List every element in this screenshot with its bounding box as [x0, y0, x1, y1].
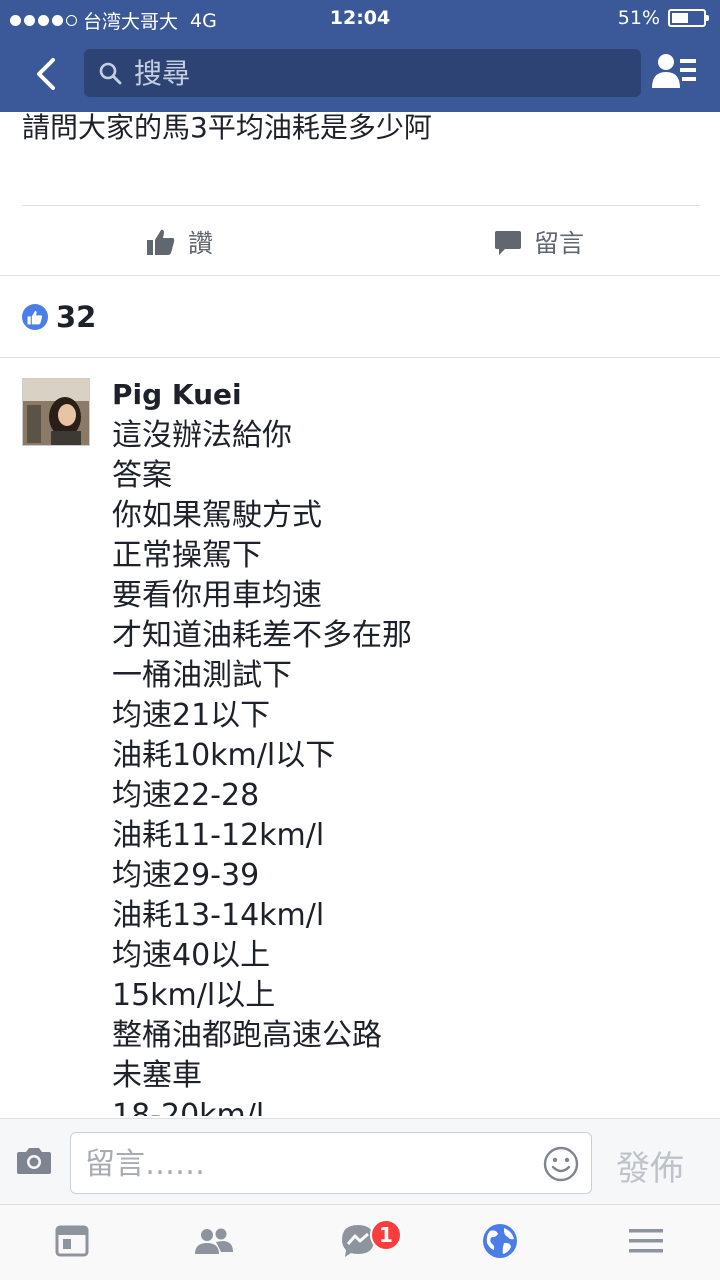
bottom-tab-bar: 1 [0, 1204, 720, 1280]
comment-line: 均速40以上 [112, 938, 271, 973]
globe-icon [483, 1224, 517, 1258]
comment-line: 均速29-39 [112, 858, 260, 893]
comment-line: 才知道油耗差不多在那 [112, 618, 412, 653]
comment-line: 油耗10km/l以下 [112, 738, 336, 773]
battery-icon [668, 9, 709, 27]
comment-line: 油耗13-14km/l [112, 898, 325, 933]
like-reaction-icon [22, 304, 48, 330]
like-count: 32 [56, 300, 97, 334]
comment-line: 油耗11-12km/l [112, 818, 325, 853]
friends-icon [195, 1228, 233, 1254]
comment-line: 你如果駕駛方式 [112, 498, 322, 533]
thumbs-up-icon [147, 229, 175, 255]
battery-percent: 51% [617, 7, 660, 29]
friend-requests-icon [652, 54, 696, 88]
comment-author[interactable]: Pig Kuei [112, 376, 242, 414]
comment-line: 一桶油測試下 [112, 658, 292, 693]
comment-line: 這沒辦法給你 [112, 418, 292, 453]
tab-more-menu[interactable] [626, 1221, 666, 1261]
comment-line: 未塞車 [112, 1058, 202, 1093]
tab-notifications-globe[interactable] [480, 1221, 520, 1261]
comment-input-box[interactable] [70, 1132, 592, 1194]
tab-friends[interactable] [194, 1221, 234, 1261]
smiley-icon [543, 1146, 579, 1182]
camera-button[interactable] [16, 1145, 52, 1179]
comment-compose-bar: 發佈 [0, 1118, 720, 1204]
news-feed-icon [55, 1225, 89, 1257]
comment-line: 均速22-28 [112, 778, 260, 813]
comment-button[interactable]: 留言 [494, 222, 584, 262]
like-label: 讚 [188, 229, 214, 258]
comment-line: 整桶油都跑高速公路 [112, 1018, 382, 1053]
battery-status: 51% [617, 7, 709, 29]
comment-line: 要看你用車均速 [112, 578, 322, 613]
comment-line: 均速21以下 [112, 698, 271, 733]
comment-bubble-icon [495, 231, 521, 255]
comment-line: 正常操駕下 [112, 538, 262, 573]
comment-label: 留言 [534, 229, 585, 258]
messenger-unread-badge: 1 [370, 1219, 402, 1251]
avatar-photo [23, 379, 89, 445]
avatar[interactable] [22, 378, 90, 446]
likes-divider [0, 357, 720, 358]
top-bar: 台湾大哥大 4G 12:04 51% [0, 0, 720, 112]
comment-line: 18-20km/l [112, 1098, 265, 1116]
comment-line: 答案 [112, 458, 172, 493]
chevron-left-icon [37, 58, 55, 90]
post-divider [22, 205, 700, 206]
emoji-button[interactable] [543, 1146, 579, 1186]
back-button[interactable] [26, 52, 66, 96]
search-bar[interactable] [84, 49, 641, 97]
search-input[interactable] [134, 53, 624, 93]
comment-line: 15km/l以上 [112, 978, 276, 1013]
comment-input[interactable] [85, 1143, 535, 1185]
tab-news-feed[interactable] [52, 1221, 92, 1261]
comment-body: 這沒辦法給你 答案你如果駕駛方式 正常操駕下要看你用車均速才知道油耗差不多在那 一桶油… [112, 416, 702, 1116]
search-icon [99, 62, 122, 85]
post-text: 請問大家的馬3平均油耗是多少阿 [22, 111, 432, 144]
status-bar: 台湾大哥大 4G 12:04 51% [0, 0, 720, 36]
actions-divider [0, 275, 720, 276]
like-summary[interactable]: 32 [22, 300, 96, 334]
camera-icon [17, 1148, 51, 1174]
hamburger-menu-icon [629, 1229, 663, 1253]
friend-requests-button[interactable] [650, 50, 698, 96]
post-comment-button[interactable]: 發佈 [616, 1141, 684, 1190]
clock: 12:04 [329, 7, 391, 29]
like-button[interactable]: 讚 [146, 222, 213, 262]
